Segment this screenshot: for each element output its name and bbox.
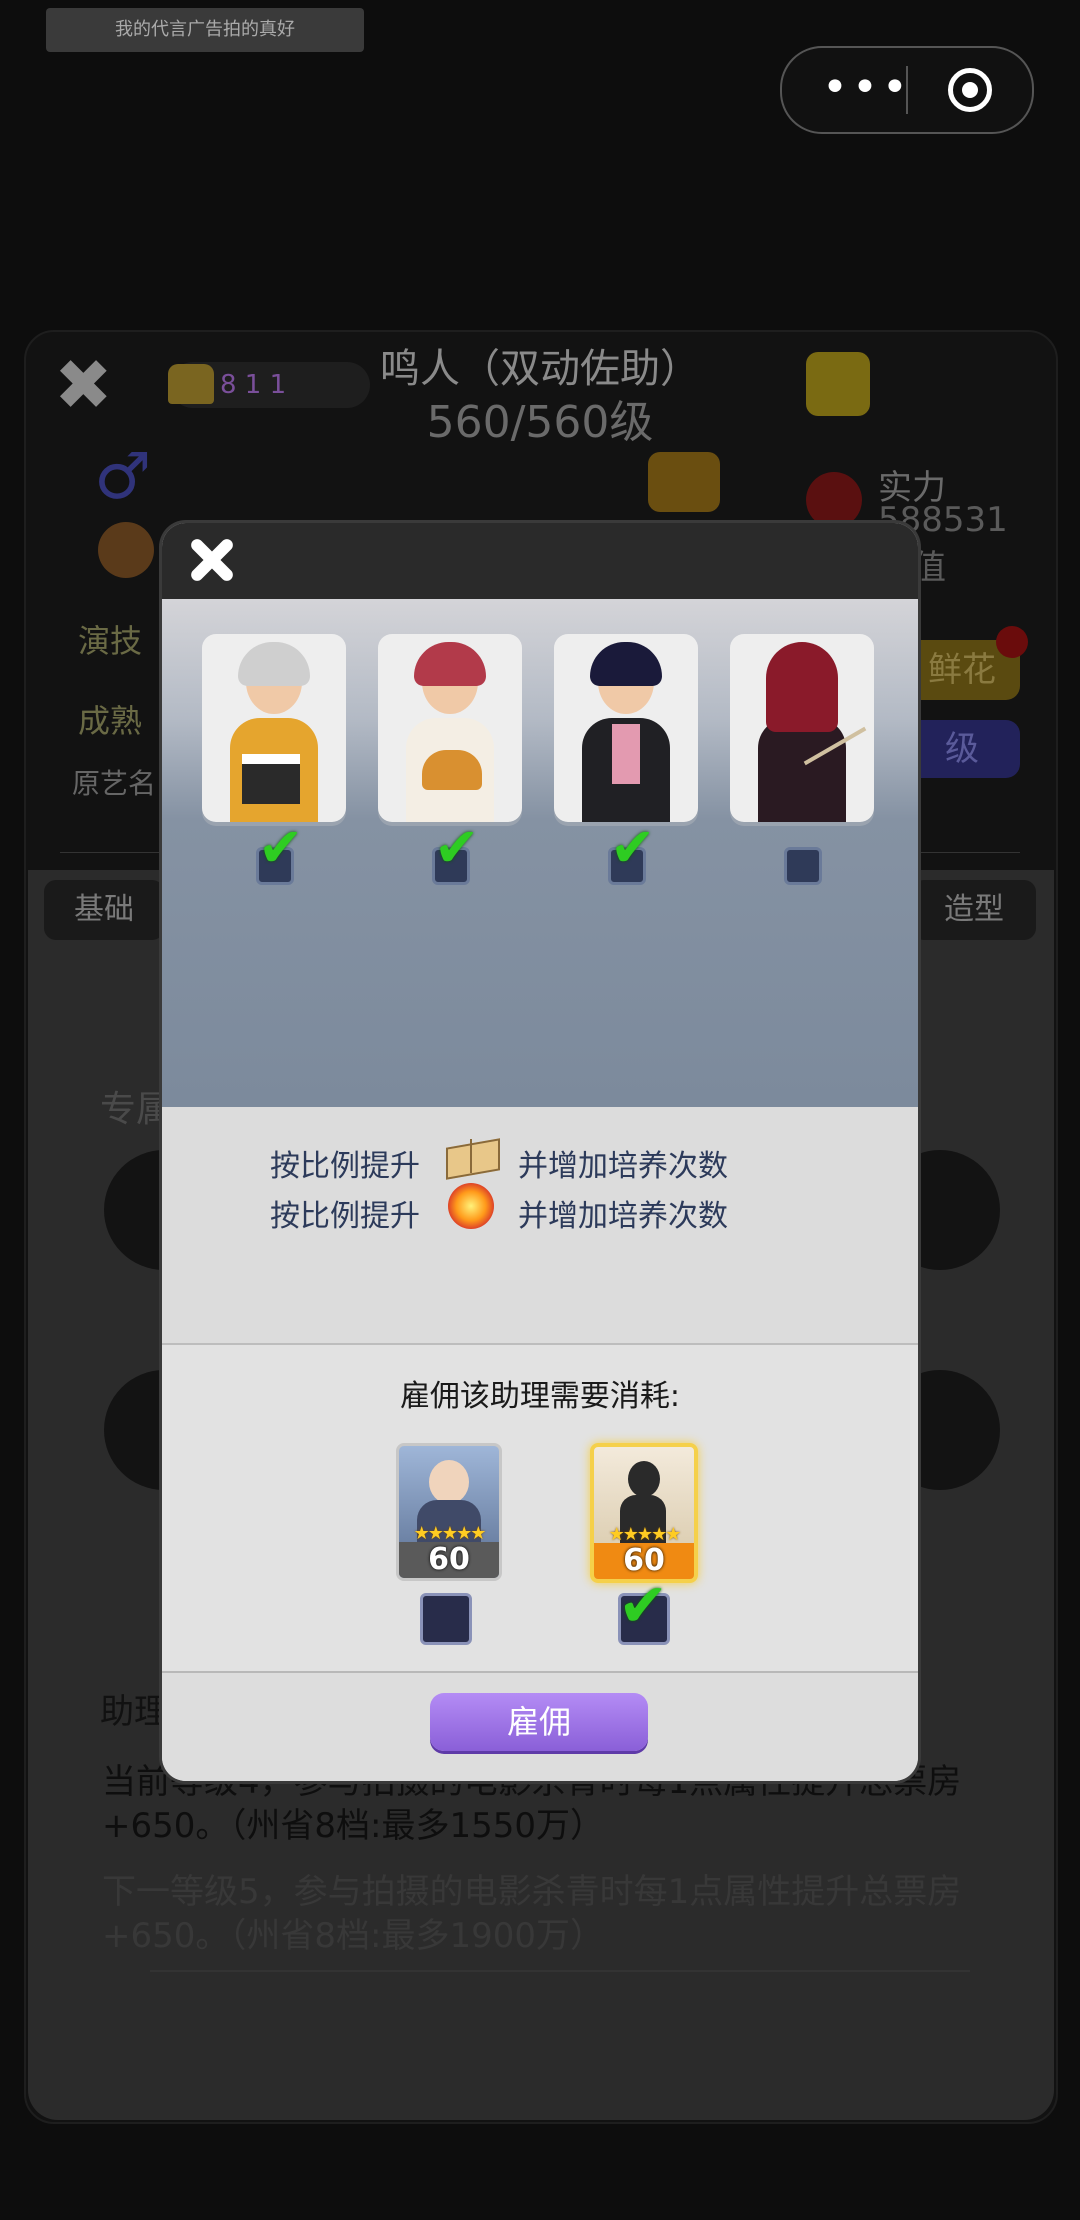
mature-label: 成熟 — [78, 702, 143, 740]
silhouette-icon — [628, 1461, 660, 1497]
assistant-label: 助理 — [100, 1692, 168, 1732]
close-icon[interactable] — [178, 527, 244, 593]
boost-description: 按比例提升 并增加培养次数 按比例提升 并增加培养次数 — [162, 1107, 918, 1345]
burst-icon — [448, 1183, 494, 1229]
original-name-label: 原艺名 — [72, 767, 157, 800]
level-pill-text: 8 1 1 — [220, 370, 287, 400]
cost-level: 60 — [399, 1542, 499, 1578]
checkmark-icon: ✔ — [618, 1571, 669, 1641]
edit-icon[interactable] — [806, 352, 870, 416]
tab-basic[interactable]: 基础 — [44, 880, 164, 940]
star-rating: ★★★★★ — [413, 1523, 487, 1544]
boost-prefix: 按比例提升 — [270, 1199, 420, 1234]
star-rating: ★★★★★ — [608, 1524, 682, 1545]
dialog-header — [162, 523, 918, 599]
hire-button[interactable]: 雇佣 — [430, 1693, 648, 1751]
strength-icon — [806, 472, 862, 528]
target-circle-icon[interactable] — [948, 68, 992, 112]
divider — [150, 1970, 970, 1972]
male-icon: ♂ — [94, 440, 152, 514]
notification-dot — [996, 626, 1028, 658]
hire-cost-section: 雇佣该助理需要消耗: ★★★★★ 60 ★★★★★ 60 ✔ — [162, 1345, 918, 1671]
burger-icon — [422, 750, 482, 790]
checkmark-icon: ✔ — [258, 816, 304, 879]
character-card-director[interactable] — [202, 634, 346, 822]
hire-assistant-dialog: ✔ ✔ ✔ 按比例提升 并增加培养次数 按比例提升 并增加培养次数 雇佣该助理需… — [162, 523, 918, 1781]
boost-prefix: 按比例提升 — [270, 1149, 420, 1184]
boost-suffix: 并增加培养次数 — [518, 1149, 728, 1184]
dialog-footer: 雇佣 — [162, 1671, 918, 1781]
book-icon — [446, 1135, 498, 1175]
boost-line-book: 按比例提升 并增加培养次数 — [270, 1139, 728, 1185]
close-icon[interactable]: ✖ — [54, 350, 113, 420]
character-card-chef-girl[interactable] — [378, 634, 522, 822]
character-selection-area: ✔ ✔ ✔ — [162, 599, 918, 1107]
mini-program-capsule: ••• — [780, 46, 1034, 134]
character-level: 560/560级 — [426, 397, 654, 448]
cost-card-mystery[interactable]: ★★★★★ 60 — [590, 1443, 698, 1583]
cost-title: 雇佣该助理需要消耗: — [399, 1379, 681, 1414]
hat-icon — [168, 364, 214, 404]
coin-icon — [98, 522, 154, 578]
cost-checkbox[interactable] — [420, 1593, 472, 1645]
character-card-leather-jacket-girl[interactable] — [554, 634, 698, 822]
checkmark-icon: ✔ — [610, 816, 656, 879]
clapperboard-icon — [242, 754, 300, 804]
boost-line-burst: 按比例提升 并增加培养次数 — [270, 1183, 728, 1235]
cap — [238, 642, 310, 686]
character-card-red-hair-lady[interactable] — [730, 634, 874, 822]
more-dots-icon[interactable]: ••• — [822, 66, 912, 110]
cost-card-assistant[interactable]: ★★★★★ 60 — [396, 1443, 502, 1581]
acting-label: 演技 — [78, 622, 143, 660]
checkmark-icon: ✔ — [434, 816, 480, 879]
rank-badge-icon — [648, 452, 720, 512]
next-level-description: 下一等级5，参与拍摄的电影杀青时每1点属性提升总票房+650。（州省8档:最多1… — [102, 1872, 962, 1956]
character-checkbox[interactable] — [784, 847, 822, 885]
ad-tag[interactable]: 我的代言广告拍的真好 — [46, 8, 364, 52]
upgrade-button[interactable]: 级 — [904, 720, 1020, 778]
capsule-divider — [906, 66, 908, 114]
tab-style[interactable]: 造型 — [912, 880, 1036, 940]
boost-suffix: 并增加培养次数 — [518, 1199, 728, 1234]
